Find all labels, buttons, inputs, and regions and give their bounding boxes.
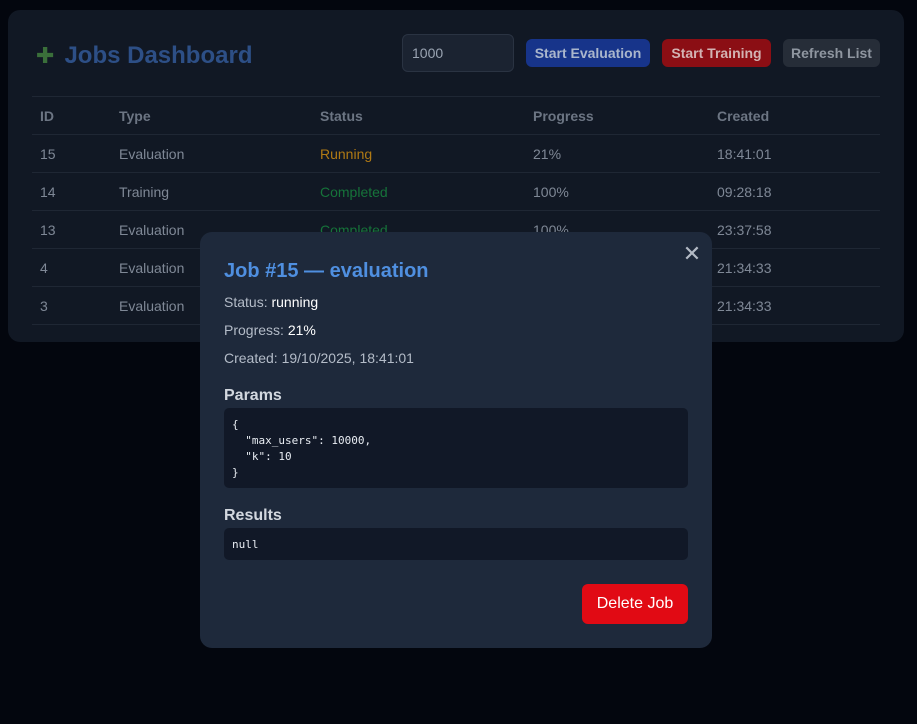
status-value: running — [271, 294, 319, 310]
job-details-modal: ✕ Job #15 — evaluation Status: running P… — [200, 232, 712, 648]
modal-title: Job #15 — evaluation — [224, 260, 429, 282]
progress-value: 21% — [287, 322, 316, 338]
progress-label: Progress: — [224, 322, 284, 338]
close-icon[interactable]: ✕ — [680, 241, 704, 266]
modal-status: Status: running — [224, 294, 318, 310]
modal-progress: Progress: 21% — [224, 322, 316, 338]
params-block: { "max_users": 10000, "k": 10 } — [224, 408, 688, 488]
created-value: 19/10/2025, 18:41:01 — [281, 350, 414, 366]
delete-job-button[interactable]: Delete Job — [582, 584, 688, 624]
modal-created: Created: 19/10/2025, 18:41:01 — [224, 350, 414, 366]
status-label: Status: — [224, 294, 268, 310]
results-block: null — [224, 528, 688, 560]
created-label: Created: — [224, 350, 278, 366]
params-heading: Params — [224, 387, 282, 404]
results-heading: Results — [224, 507, 282, 524]
